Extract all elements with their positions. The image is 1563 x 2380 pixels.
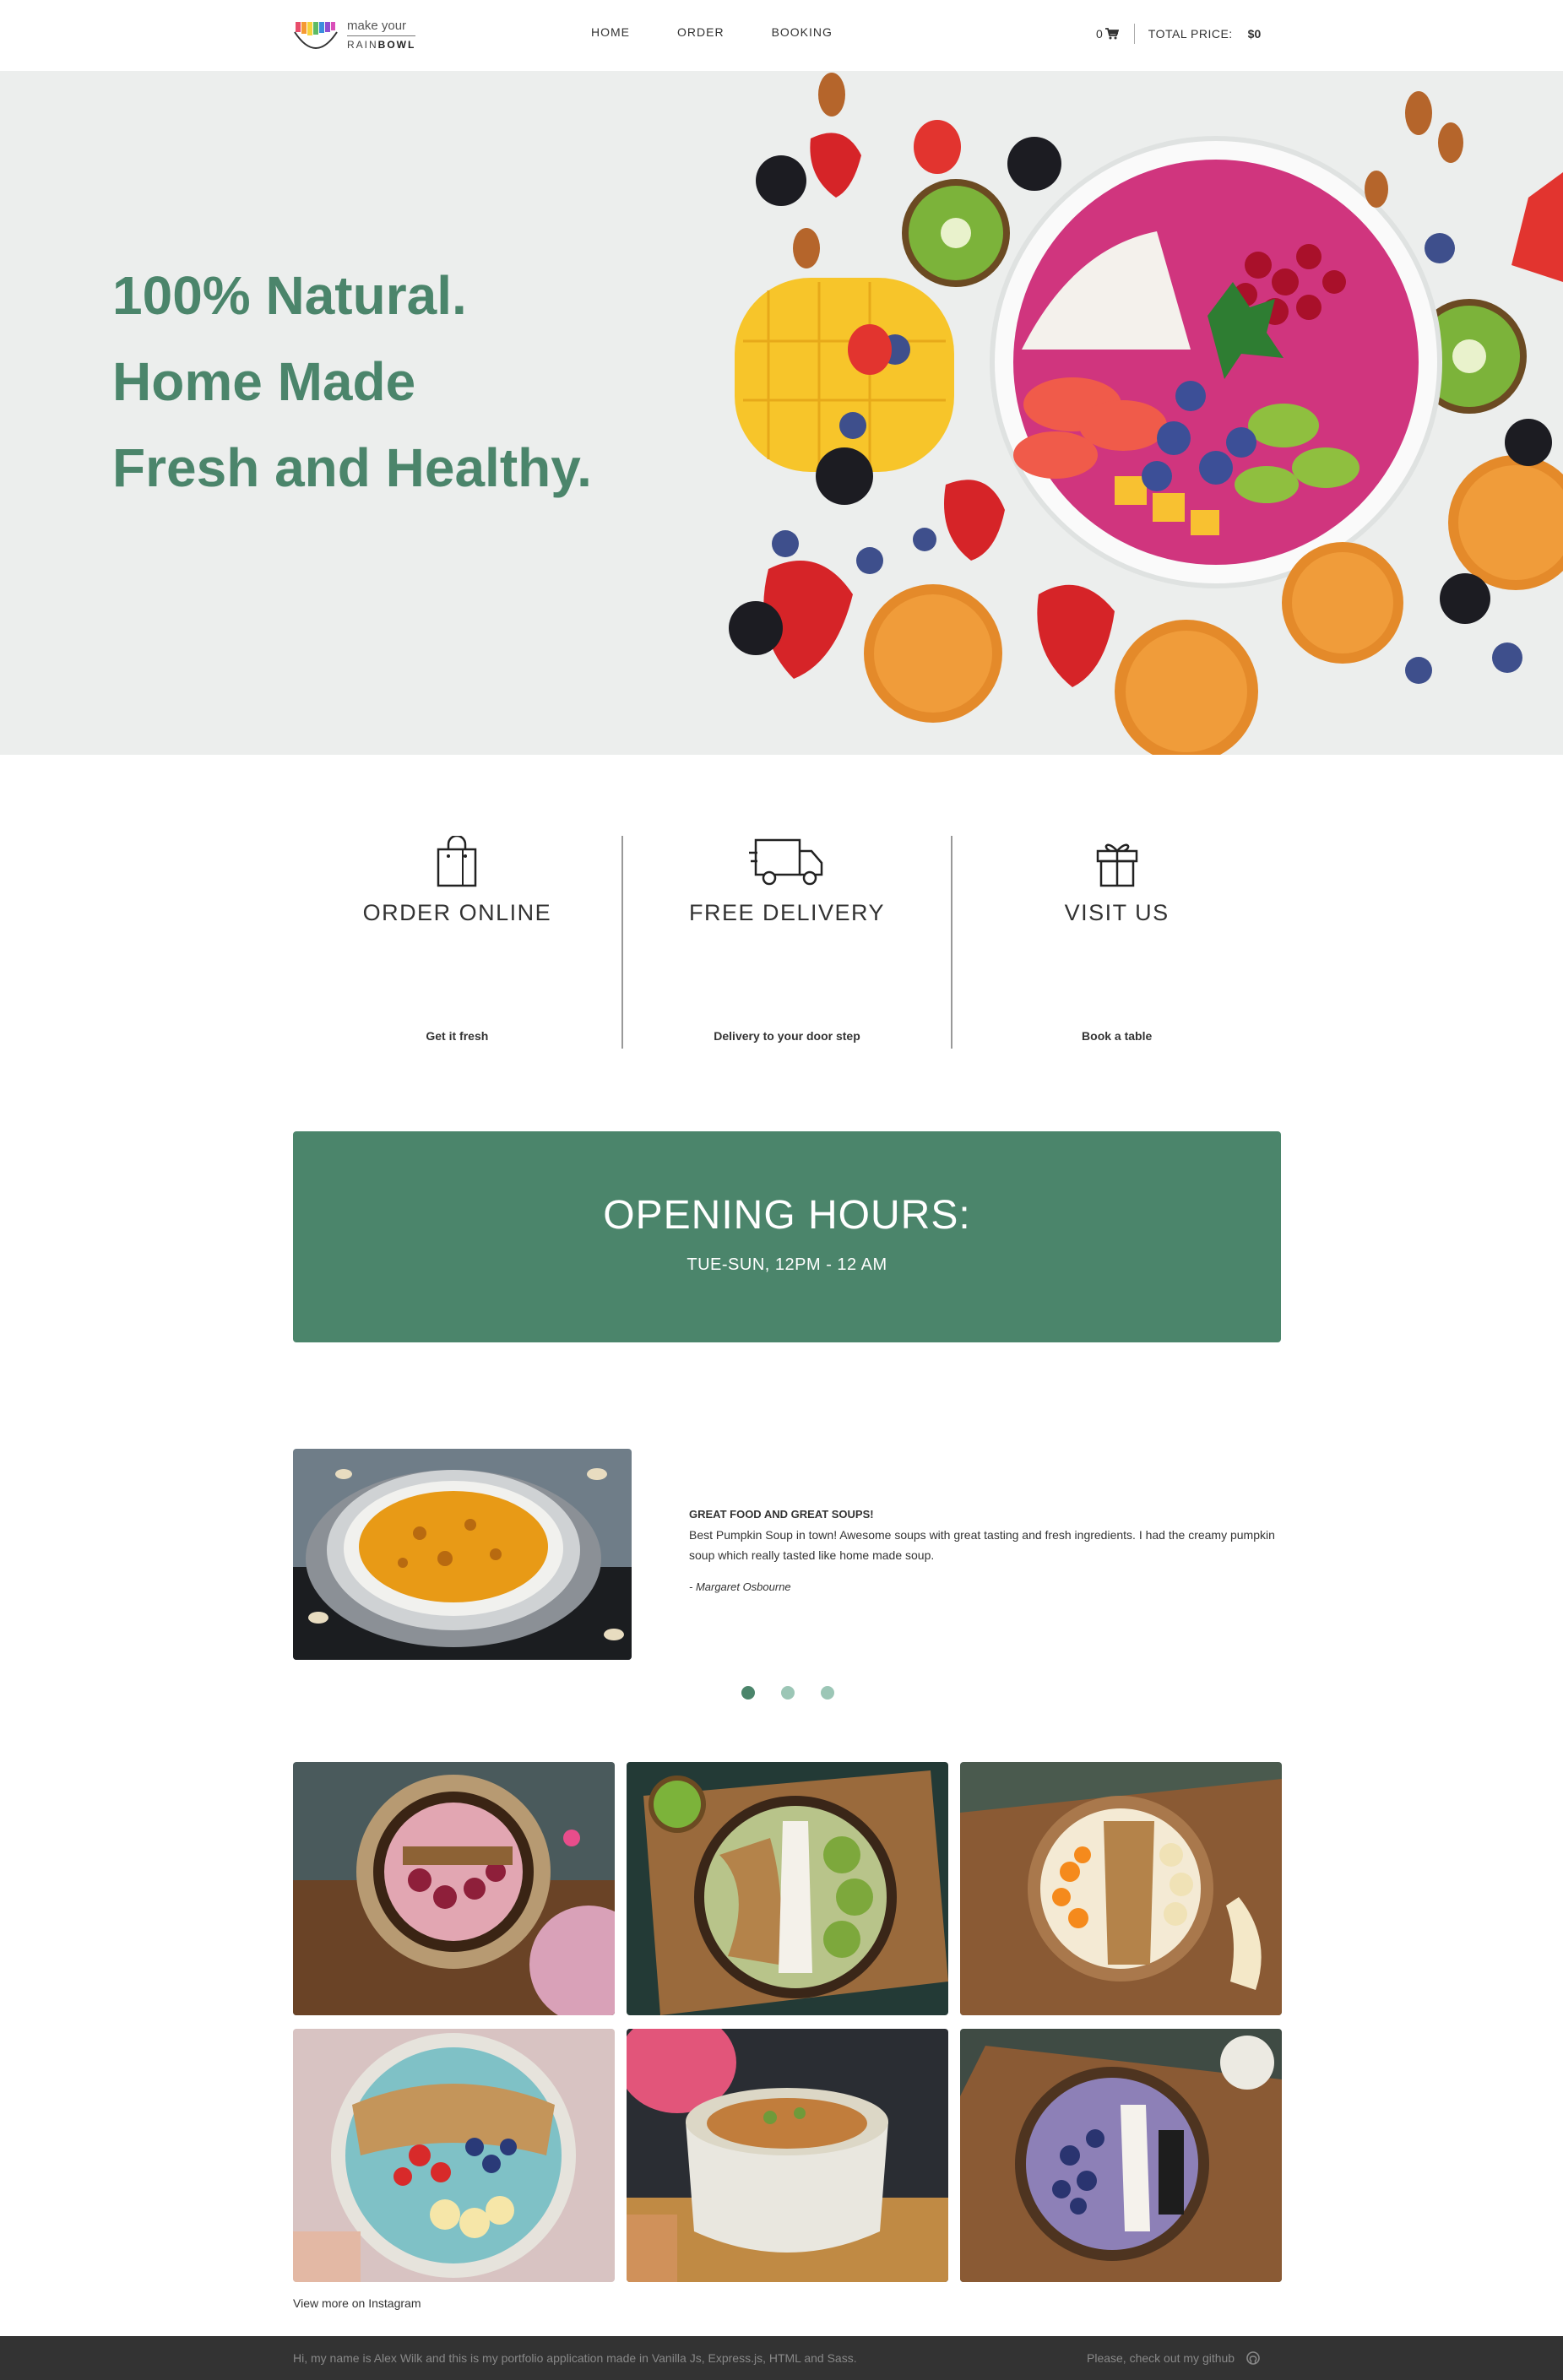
hero-line-1: 100% Natural. [112,265,467,326]
footer-github-link[interactable]: Please, check out my github [1087,2351,1260,2365]
gift-icon [1096,843,1137,887]
testimonial-title: GREAT FOOD AND GREAT SOUPS! [689,1508,874,1521]
opening-hours-banner: OPENING HOURS: TUE-SUN, 12PM - 12 AM [293,1131,1281,1342]
cart-divider [1133,24,1135,44]
nav-home[interactable]: HOME [591,25,630,39]
carousel-dot-1[interactable] [741,1686,755,1700]
testimonial-soup-image [293,1449,632,1660]
cart-icon [1104,28,1119,40]
features-section: ORDER ONLINE Get it fresh FREE DELIVERY … [293,836,1281,1049]
footer-credits: Hi, my name is Alex Wilk and this is my … [293,2351,857,2365]
brand-make-your: make your [347,18,416,36]
hero-line-3: Fresh and Healthy. [112,437,592,498]
feature-free-delivery[interactable]: FREE DELIVERY Delivery to your door step [623,836,952,1049]
gallery-image[interactable] [293,1762,615,2015]
testimonial-text: GREAT FOOD AND GREAT SOUPS! Best Pumpkin… [689,1504,1280,1597]
feature-title: FREE DELIVERY [688,900,886,925]
testimonial-body: Best Pumpkin Soup in town! Awesome soups… [689,1528,1275,1562]
nav-order[interactable]: ORDER [677,25,725,39]
feature-subtitle: Delivery to your door step [714,1029,860,1043]
opening-hours-time: TUE-SUN, 12PM - 12 AM [687,1255,887,1274]
hero-fruit-bowl-image [718,71,1563,755]
main-nav: HOME ORDER BOOKING [591,25,833,39]
rainbow-bowl-icon [294,22,338,49]
shopping-bag-icon [437,836,477,887]
carousel-dot-3[interactable] [821,1686,834,1700]
hero-headline: 100% Natural. Home Made Fresh and Health… [112,252,592,511]
feature-subtitle: Book a table [1082,1029,1153,1043]
hero-line-2: Home Made [112,351,416,412]
feature-title: VISIT US [1064,900,1170,925]
feature-subtitle: Get it fresh [426,1029,489,1043]
nav-booking[interactable]: BOOKING [772,25,833,39]
gallery-image[interactable] [960,2029,1282,2282]
gallery-image[interactable] [960,1762,1282,2015]
gallery-image[interactable] [627,2029,948,2282]
cart-summary[interactable]: 0 TOTAL PRICE: $0 [1096,24,1261,44]
brand-rain: RAIN [347,39,378,51]
total-price-label: TOTAL PRICE: [1148,27,1233,41]
feature-visit-us[interactable]: VISIT US Book a table [952,836,1281,1049]
delivery-truck-icon [749,838,823,886]
feature-order-online[interactable]: ORDER ONLINE Get it fresh [293,836,621,1049]
site-footer: Hi, my name is Alex Wilk and this is my … [0,2336,1563,2380]
gallery-image[interactable] [627,1762,948,2015]
hero-section: 100% Natural. Home Made Fresh and Health… [0,71,1563,755]
testimonial-author: - Margaret Osbourne [689,1580,791,1593]
instagram-link[interactable]: View more on Instagram [293,2296,421,2310]
instagram-gallery [293,1762,1282,2282]
brand-bowl: BOWL [377,39,416,51]
brand-rainbowl: RAINBOWL [347,39,415,51]
total-price-value: $0 [1247,27,1262,41]
brand-wordmark: make your RAINBOWL [347,18,416,53]
brand-logo[interactable]: make your RAINBOWL [293,17,416,54]
github-icon [1246,2351,1260,2365]
footer-github-text: Please, check out my github [1087,2351,1235,2365]
gallery-image[interactable] [293,2029,615,2282]
carousel-dots [741,1686,834,1700]
site-header: make your RAINBOWL HOME ORDER BOOKING 0 … [0,0,1563,71]
feature-title: ORDER ONLINE [362,900,552,925]
cart-count: 0 [1096,27,1103,41]
opening-hours-title: OPENING HOURS: [603,1193,971,1238]
carousel-dot-2[interactable] [781,1686,795,1700]
